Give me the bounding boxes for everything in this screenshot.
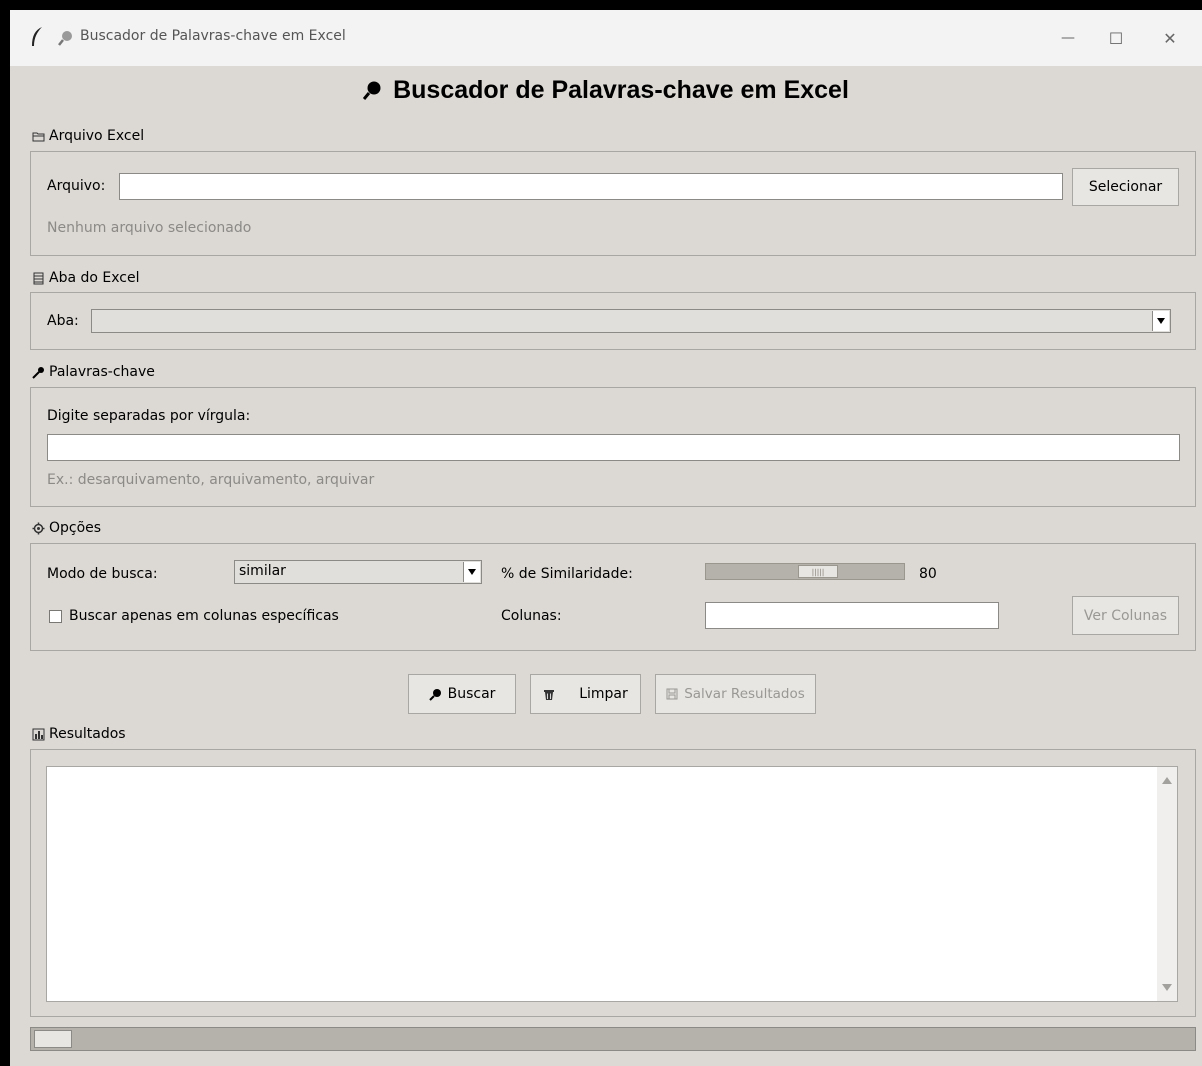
resultados-textarea[interactable] bbox=[46, 766, 1178, 1002]
similaridade-label: % de Similaridade: bbox=[501, 566, 633, 582]
modo-label: Modo de busca: bbox=[47, 566, 158, 582]
aba-label: Aba: bbox=[47, 313, 79, 329]
palavras-frame: Digite separadas por vírgula: Ex.: desar… bbox=[30, 387, 1196, 507]
page-title-text: Buscador de Palavras-chave em Excel bbox=[393, 76, 849, 104]
palavras-instruction: Digite separadas por vírgula: bbox=[47, 408, 251, 424]
palavras-group-label: Palavras-chave bbox=[32, 364, 155, 380]
salvar-resultados-button[interactable]: Salvar Resultados bbox=[655, 674, 816, 714]
magnifier-icon bbox=[363, 81, 381, 100]
floppy-icon bbox=[666, 688, 678, 700]
colunas-checkbox[interactable] bbox=[49, 610, 62, 623]
arquivo-label: Arquivo: bbox=[47, 178, 106, 194]
arquivo-group-label: Arquivo Excel bbox=[32, 128, 144, 144]
magnifier-icon bbox=[58, 31, 72, 46]
buscar-button[interactable]: Buscar bbox=[408, 674, 516, 714]
bar-chart-icon bbox=[32, 728, 45, 740]
arquivo-frame: Arquivo: Selecionar Nenhum arquivo selec… bbox=[30, 151, 1196, 256]
aba-frame: Aba: bbox=[30, 292, 1196, 350]
feather-icon bbox=[32, 27, 42, 46]
title-bar[interactable]: Buscador de Palavras-chave em Excel — ☐ … bbox=[10, 10, 1202, 66]
palavras-example: Ex.: desarquivamento, arquivamento, arqu… bbox=[47, 472, 375, 488]
maximize-button[interactable]: ☐ bbox=[1106, 28, 1126, 48]
opcoes-group-label: Opções bbox=[32, 520, 101, 536]
close-button[interactable]: ✕ bbox=[1160, 28, 1180, 48]
ver-colunas-button[interactable]: Ver Colunas bbox=[1072, 596, 1179, 635]
trash-icon bbox=[544, 689, 555, 700]
vertical-scrollbar[interactable] bbox=[1157, 767, 1177, 1001]
limpar-button[interactable]: Limpar bbox=[530, 674, 641, 714]
slider-handle[interactable] bbox=[798, 565, 838, 578]
arquivo-input[interactable] bbox=[119, 173, 1063, 200]
similaridade-slider[interactable] bbox=[705, 563, 905, 580]
app-window: Buscador de Palavras-chave em Excel — ☐ … bbox=[10, 10, 1202, 1066]
resultados-content bbox=[47, 767, 1177, 775]
magnifier-icon bbox=[428, 688, 441, 701]
arquivo-status: Nenhum arquivo selecionado bbox=[47, 220, 252, 236]
folder-icon bbox=[32, 132, 45, 141]
modo-select-value: similar bbox=[239, 563, 286, 579]
modo-select[interactable]: similar bbox=[234, 560, 482, 584]
scroll-down-icon[interactable] bbox=[1162, 984, 1172, 991]
page-title: Buscador de Palavras-chave em Excel bbox=[10, 76, 1202, 105]
opcoes-frame: Modo de busca: similar % de Similaridade… bbox=[30, 543, 1196, 651]
spreadsheet-icon bbox=[33, 272, 44, 284]
scroll-up-icon[interactable] bbox=[1162, 777, 1172, 784]
selecionar-button[interactable]: Selecionar bbox=[1072, 168, 1179, 206]
progress-indicator bbox=[34, 1030, 72, 1048]
aba-group-label: Aba do Excel bbox=[32, 270, 139, 286]
similaridade-value: 80 bbox=[919, 566, 937, 582]
palavras-input[interactable] bbox=[47, 434, 1180, 461]
resultados-group-label: Resultados bbox=[32, 726, 126, 742]
grip-icon bbox=[812, 568, 824, 577]
minimize-button[interactable]: — bbox=[1058, 28, 1078, 48]
progress-bar bbox=[30, 1027, 1196, 1051]
key-icon bbox=[32, 366, 44, 379]
colunas-input[interactable] bbox=[705, 602, 999, 629]
colunas-label: Colunas: bbox=[501, 608, 562, 624]
colunas-checkbox-label[interactable]: Buscar apenas em colunas específicas bbox=[69, 608, 339, 624]
gear-icon bbox=[32, 522, 45, 534]
chevron-down-icon[interactable] bbox=[463, 562, 480, 582]
aba-select[interactable] bbox=[91, 309, 1171, 333]
chevron-down-icon[interactable] bbox=[1152, 311, 1169, 331]
window-title: Buscador de Palavras-chave em Excel bbox=[80, 28, 346, 44]
